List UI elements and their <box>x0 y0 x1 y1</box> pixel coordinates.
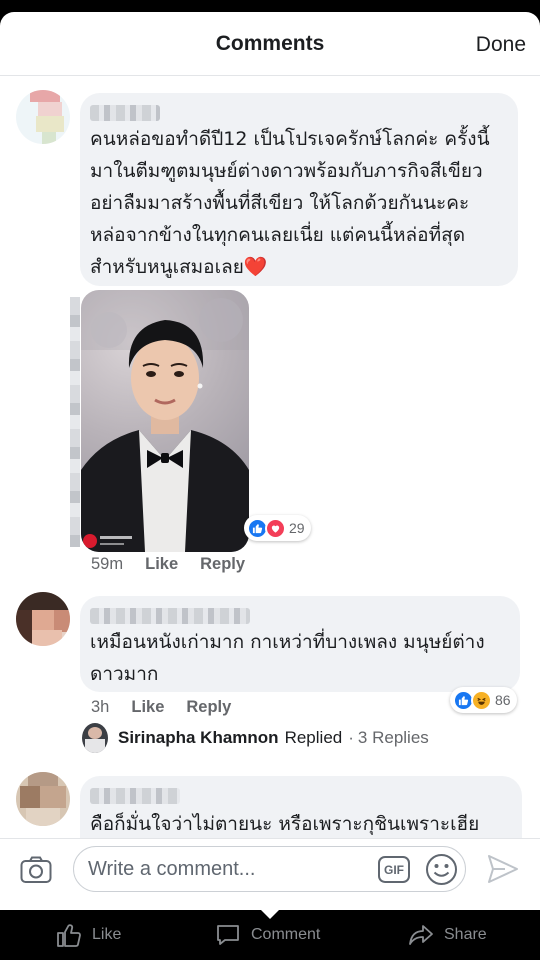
heart-emoji: ❤️ <box>243 256 268 278</box>
header: Comments Done <box>0 12 540 76</box>
reply-button[interactable]: Reply <box>186 698 231 716</box>
reply-replied-label: Replied <box>284 728 343 747</box>
share-arrow-icon <box>409 925 433 945</box>
avatar[interactable] <box>16 592 70 646</box>
reply-avatar <box>82 723 108 753</box>
comment-bubble-icon <box>217 925 239 945</box>
reply-summary[interactable]: Sirinapha Khamnon Replied · 3 Replies <box>82 722 429 754</box>
blurred-strip <box>70 297 80 547</box>
comment-time: 3h <box>91 698 110 716</box>
avatar[interactable] <box>16 772 70 826</box>
comment-text: คือก็มั่นใจว่าไม่ตายนะ หรือเพราะกุชินเพร… <box>90 813 480 835</box>
portrait-illustration <box>81 290 249 552</box>
comment-time: 59m <box>91 555 124 573</box>
haha-reaction-icon <box>471 689 492 711</box>
emoji-icon[interactable] <box>425 853 458 886</box>
bottom-action-bar: Like Comment Share <box>0 909 540 960</box>
love-reaction-icon <box>265 517 286 539</box>
comment-tab[interactable]: Comment <box>215 922 320 948</box>
reply-count: 3 Replies <box>357 728 429 747</box>
comment-meta: 3h Like Reply <box>91 698 231 717</box>
sheet-caret <box>260 909 280 919</box>
thumbs-up-icon <box>57 924 81 947</box>
reply-button[interactable]: Reply <box>200 555 245 573</box>
like-tab[interactable]: Like <box>56 922 121 948</box>
commenter-name-blurred[interactable] <box>90 788 180 804</box>
send-icon[interactable] <box>487 854 519 884</box>
reply-author-name: Sirinapha Khamnon <box>118 728 279 747</box>
status-bar-area <box>0 0 540 12</box>
done-button[interactable]: Done <box>476 33 526 57</box>
comment-text: เหมือนหนังเก่ามาก กาเหว่าที่บางเพลง มนุษ… <box>90 631 485 685</box>
share-tab[interactable]: Share <box>408 922 487 948</box>
comments-sheet: Comments Done คนหล่อขอทำดีปี12 เป็นโปรเจ… <box>0 12 540 910</box>
gif-button[interactable]: GIF <box>378 856 410 883</box>
comment-photo[interactable] <box>81 290 249 552</box>
comment-input[interactable] <box>88 855 373 883</box>
like-tab-label: Like <box>92 926 122 943</box>
avatar[interactable] <box>16 90 70 144</box>
comment-composer: GIF <box>0 838 540 910</box>
commenter-name-blurred[interactable] <box>90 105 160 121</box>
like-button[interactable]: Like <box>131 698 164 716</box>
comment-bubble: เหมือนหนังเก่ามาก กาเหว่าที่บางเพลง มนุษ… <box>80 596 520 692</box>
reaction-summary[interactable]: 29 <box>244 515 311 541</box>
comment-tab-label: Comment <box>251 926 321 943</box>
reply-separator: · <box>348 728 354 747</box>
comment-input-wrapper: GIF <box>73 846 466 892</box>
camera-icon[interactable] <box>20 856 52 884</box>
reaction-count: 29 <box>289 520 305 536</box>
comment-bubble: คนหล่อขอทำดีปี12 เป็นโปรเจครักษ์โลกค่ะ ค… <box>80 93 518 286</box>
page-title: Comments <box>215 32 325 55</box>
like-button[interactable]: Like <box>145 555 178 573</box>
comment-meta: 59m Like Reply <box>91 555 245 574</box>
commenter-name-blurred[interactable] <box>90 608 250 624</box>
share-tab-label: Share <box>444 926 487 943</box>
comment-text: คนหล่อขอทำดีปี12 เป็นโปรเจครักษ์โลกค่ะ ค… <box>90 128 490 278</box>
reaction-summary[interactable]: 86 <box>450 687 517 713</box>
reaction-count: 86 <box>495 692 511 708</box>
